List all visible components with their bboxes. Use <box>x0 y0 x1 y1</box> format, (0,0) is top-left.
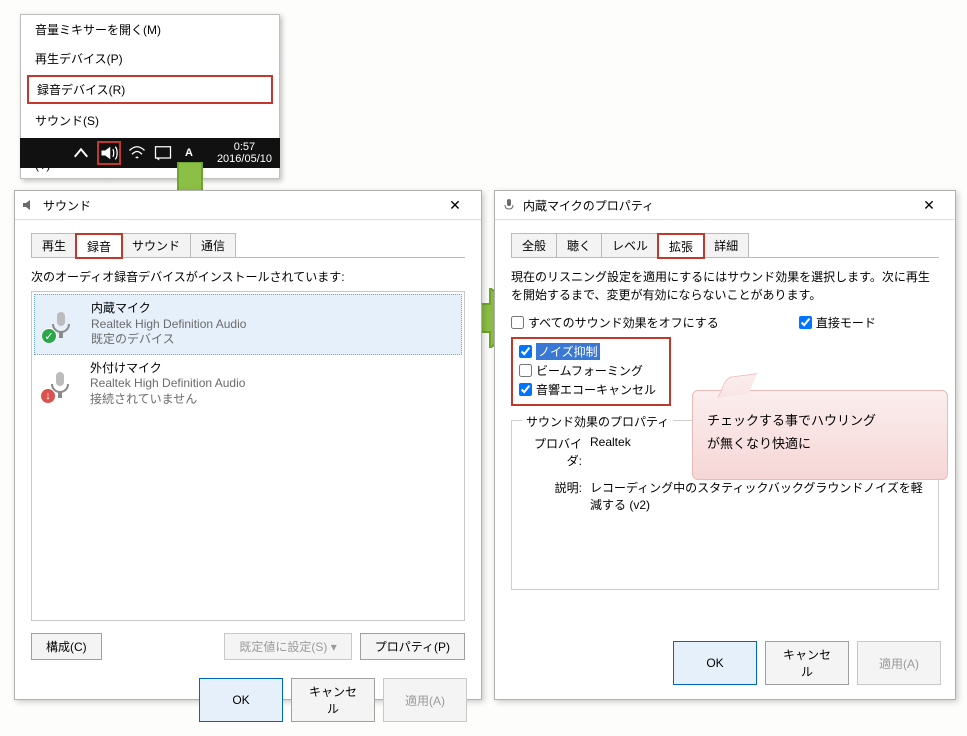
ctx-item-playback-devices[interactable]: 再生デバイス(P) <box>21 44 279 73</box>
sound-window: サウンド ✕ 再生 録音 サウンド 通信 次のオーディオ録音デバイスがインストー… <box>14 190 482 700</box>
ok-button[interactable]: OK <box>199 678 283 722</box>
disable-all-effects-label: すべてのサウンド効果をオフにする <box>528 314 719 331</box>
tab-general[interactable]: 全般 <box>511 233 557 257</box>
enhancement-echo-cancel-input[interactable] <box>519 383 532 396</box>
ctx-item-sounds[interactable]: サウンド(S) <box>21 106 279 135</box>
enhancement-noise-suppression-input[interactable] <box>519 345 532 358</box>
device-status: 既定のデバイス <box>91 332 246 348</box>
apply-button[interactable]: 適用(A) <box>857 641 941 685</box>
help-text: 現在のリスニング設定を適用にするにはサウンド効果を選択します。次に再生を開始する… <box>511 268 939 304</box>
cancel-button[interactable]: キャンセル <box>765 641 849 685</box>
disable-all-effects-checkbox[interactable]: すべてのサウンド効果をオフにする <box>511 314 719 331</box>
taskbar-sound-icon[interactable] <box>97 141 121 165</box>
device-list: ✓ 内蔵マイク Realtek High Definition Audio 既定… <box>31 291 465 621</box>
direct-mode-label: 直接モード <box>816 314 876 331</box>
tab-playback[interactable]: 再生 <box>31 233 77 257</box>
props-tabs: 全般 聴く レベル 拡張 詳細 <box>511 234 939 258</box>
ok-button[interactable]: OK <box>673 641 757 685</box>
enhancement-beamforming-input[interactable] <box>519 364 532 377</box>
provider-label: プロバイダ: <box>524 435 582 469</box>
check-badge-icon: ✓ <box>41 328 57 344</box>
enhancement-echo-cancel[interactable]: 音響エコーキャンセル <box>519 381 663 398</box>
ctx-item-recording-devices[interactable]: 録音デバイス(R) <box>27 75 273 104</box>
enhancement-noise-suppression[interactable]: ノイズ抑制 <box>519 343 663 360</box>
taskbar-notification-icon[interactable] <box>153 143 173 163</box>
tab-enhancements[interactable]: 拡張 <box>658 234 704 258</box>
device-driver: Realtek High Definition Audio <box>90 376 245 392</box>
device-status: 接続されていません <box>90 392 245 408</box>
chevron-down-icon <box>327 640 336 654</box>
device-name: 外付けマイク <box>90 361 245 377</box>
sound-titlebar: サウンド ✕ <box>15 191 481 220</box>
props-title: 内蔵マイクのプロパティ <box>523 197 654 214</box>
taskbar-clock[interactable]: 0:57 2016/05/10 <box>217 141 280 165</box>
taskbar-date: 2016/05/10 <box>217 153 272 165</box>
sound-footer: OK キャンセル 適用(A) <box>15 668 481 736</box>
direct-mode-checkbox[interactable]: 直接モード <box>799 314 876 331</box>
speaker-icon <box>21 197 37 213</box>
taskbar-wifi-icon[interactable] <box>127 143 147 163</box>
device-internal-mic[interactable]: ✓ 内蔵マイク Realtek High Definition Audio 既定… <box>34 294 462 355</box>
cancel-button[interactable]: キャンセル <box>291 678 375 722</box>
mic-icon: ↓ <box>42 366 78 402</box>
device-name: 内蔵マイク <box>91 301 246 317</box>
tab-sounds[interactable]: サウンド <box>121 233 191 257</box>
tab-recording[interactable]: 録音 <box>76 234 122 258</box>
enhancement-beamforming-label: ビームフォーミング <box>536 362 643 379</box>
taskbar-time: 0:57 <box>217 141 272 153</box>
set-default-button[interactable]: 既定値に設定(S) <box>224 633 351 660</box>
mic-icon <box>501 197 517 213</box>
callout-line1: チェックする事でハウリング <box>707 409 933 432</box>
device-driver: Realtek High Definition Audio <box>91 317 246 333</box>
enhancement-echo-cancel-label: 音響エコーキャンセル <box>536 381 656 398</box>
properties-button[interactable]: プロパティ(P) <box>360 633 465 660</box>
sound-close-button[interactable]: ✕ <box>435 195 475 215</box>
tab-listen[interactable]: 聴く <box>556 233 602 257</box>
taskbar: A 0:57 2016/05/10 <box>20 138 280 168</box>
device-list-heading: 次のオーディオ録音デバイスがインストールされています: <box>31 268 465 285</box>
tab-levels[interactable]: レベル <box>601 233 659 257</box>
apply-button[interactable]: 適用(A) <box>383 678 467 722</box>
enhancement-beamforming[interactable]: ビームフォーミング <box>519 362 663 379</box>
props-footer: OK キャンセル 適用(A) <box>495 631 955 699</box>
description-value: レコーディング中のスタティックバックグラウンドノイズを軽減する (v2) <box>590 479 926 513</box>
tab-advanced[interactable]: 詳細 <box>703 233 749 257</box>
disable-all-effects-input[interactable] <box>511 316 524 329</box>
enhancements-box: ノイズ抑制 ビームフォーミング 音響エコーキャンセル <box>511 337 671 406</box>
callout-bubble: チェックする事でハウリング が無くなり快適に <box>692 390 948 480</box>
props-titlebar: 内蔵マイクのプロパティ ✕ <box>495 191 955 220</box>
device-external-mic[interactable]: ↓ 外付けマイク Realtek High Definition Audio 接… <box>34 355 462 414</box>
effect-properties-legend: サウンド効果のプロパティ <box>522 413 673 430</box>
props-close-button[interactable]: ✕ <box>909 195 949 215</box>
callout-line2: が無くなり快適に <box>707 432 933 455</box>
mic-icon: ✓ <box>43 306 79 342</box>
ctx-item-volume-mixer[interactable]: 音量ミキサーを開く(M) <box>21 15 279 44</box>
set-default-label: 既定値に設定(S) <box>239 640 327 654</box>
enhancement-noise-suppression-label: ノイズ抑制 <box>536 343 600 360</box>
direct-mode-input[interactable] <box>799 316 812 329</box>
configure-button[interactable]: 構成(C) <box>31 633 102 660</box>
sound-title: サウンド <box>43 197 91 214</box>
down-badge-icon: ↓ <box>40 388 56 404</box>
tab-communications[interactable]: 通信 <box>190 233 236 257</box>
description-label: 説明: <box>524 479 582 513</box>
taskbar-up-icon[interactable] <box>71 143 91 163</box>
taskbar-ime-icon[interactable]: A <box>179 143 199 163</box>
sound-tabs: 再生 録音 サウンド 通信 <box>31 234 465 258</box>
